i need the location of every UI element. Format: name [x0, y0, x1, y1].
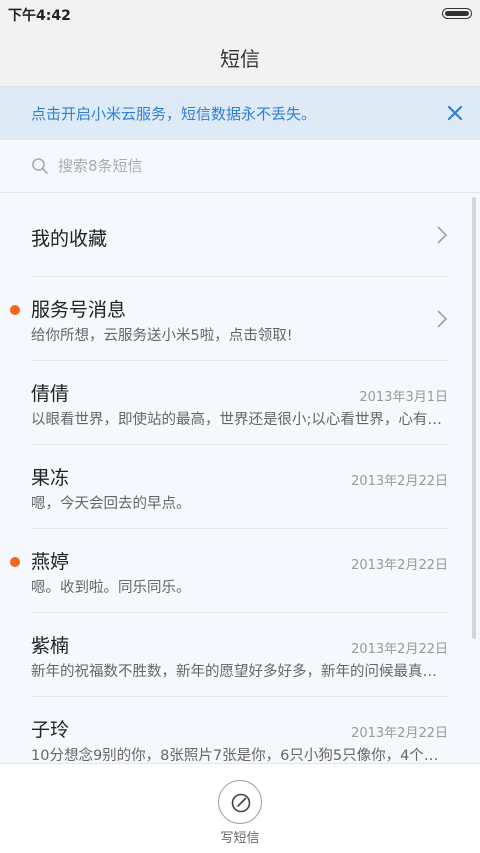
conversation-date: 2013年2月22日 [351, 642, 448, 657]
conversation-name: 服务号消息 [31, 299, 127, 321]
conversation-list: 我的收藏 服务号消息 给你所想，云服务送小米5啦，点击领取! 倩倩 2013年3… [0, 193, 480, 763]
compose-button[interactable] [218, 780, 262, 824]
bottom-bar: 写短信 [0, 763, 480, 853]
conversation-snippet: 新年的祝福数不胜数，新年的愿望好多好多，新年的问候最真最诚 [31, 664, 448, 680]
battery-icon [442, 8, 472, 19]
status-time: 下午4:42 [8, 8, 71, 24]
service-messages-item[interactable]: 服务号消息 给你所想，云服务送小米5啦，点击领取! [10, 277, 448, 361]
page-title: 短信 [220, 46, 260, 71]
conversation-item[interactable]: 子玲 2013年2月22日 10分想念9别的你，8张照片7张是你，6只小狗5只像… [31, 697, 448, 763]
scrollbar[interactable] [472, 197, 476, 639]
conversation-date: 2013年2月22日 [351, 558, 448, 573]
favorites-item[interactable]: 我的收藏 [31, 193, 448, 277]
search-bar[interactable] [0, 140, 480, 193]
title-bar: 短信 [0, 28, 480, 87]
conversation-item[interactable]: 紫楠 2013年2月22日 新年的祝福数不胜数，新年的愿望好多好多，新年的问候最… [31, 613, 448, 697]
close-icon[interactable] [446, 104, 464, 122]
conversation-item[interactable]: 倩倩 2013年3月1日 以眼看世界，即使站的最高，世界还是很小;以心看世界，心… [31, 361, 448, 445]
conversation-name: 子玲 [31, 719, 70, 741]
conversation-date: 2013年3月1日 [359, 390, 448, 405]
conversation-snippet: 嗯，今天会回去的早点。 [31, 496, 191, 512]
conversation-snippet: 10分想念9别的你，8张照片7张是你，6只小狗5只像你，4个季节都想着你 [31, 748, 448, 763]
chevron-right-icon [436, 309, 448, 329]
banner-text[interactable]: 点击开启小米云服务，短信数据永不丢失。 [31, 103, 316, 124]
status-bar: 下午4:42 [0, 0, 480, 28]
conversation-name: 紫楠 [31, 635, 70, 657]
conversation-snippet: 嗯。收到啦。同乐同乐。 [31, 580, 191, 596]
compose-icon [231, 793, 251, 813]
conversation-item[interactable]: 果冻 2013年2月22日 嗯，今天会回去的早点。 [31, 445, 448, 529]
search-input[interactable] [58, 152, 438, 180]
conversation-name: 倩倩 [31, 383, 70, 405]
unread-dot [10, 557, 20, 567]
conversation-snippet: 给你所想，云服务送小米5啦，点击领取! [31, 328, 293, 344]
conversation-date: 2013年2月22日 [351, 726, 448, 741]
search-icon [31, 157, 49, 175]
conversation-date: 2013年2月22日 [351, 474, 448, 489]
unread-dot [10, 305, 20, 315]
compose-label[interactable]: 写短信 [0, 827, 480, 846]
conversation-name: 果冻 [31, 467, 70, 489]
conversation-name: 我的收藏 [31, 228, 108, 250]
conversation-item[interactable]: 燕婷 2013年2月22日 嗯。收到啦。同乐同乐。 [10, 529, 448, 613]
cloud-service-banner[interactable]: 点击开启小米云服务，短信数据永不丢失。 [0, 87, 480, 140]
chevron-right-icon [436, 225, 448, 245]
conversation-snippet: 以眼看世界，即使站的最高，世界还是很小;以心看世界，心有多大世界就有多大 [31, 412, 448, 428]
conversation-name: 燕婷 [31, 551, 70, 573]
